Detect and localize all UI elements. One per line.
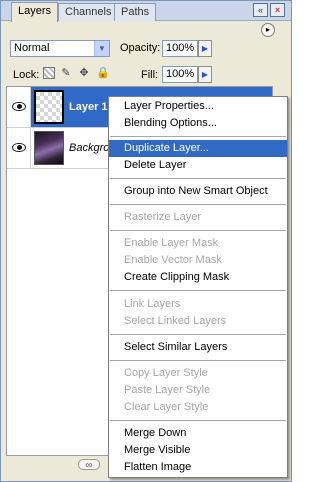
menu-separator — [110, 334, 286, 335]
menu-separator — [110, 420, 286, 421]
menu-separator — [110, 290, 286, 291]
lock-label: Lock: — [13, 69, 40, 81]
menu-item-blending-options[interactable]: Blending Options... — [109, 115, 287, 132]
blend-mode-value: Normal — [14, 42, 50, 54]
menu-separator — [110, 178, 286, 179]
opacity-slider-arrow-icon[interactable]: ▶ — [198, 40, 212, 57]
eye-icon — [12, 102, 26, 111]
lock-transparent-pixels-icon[interactable] — [43, 67, 55, 79]
menu-item-flatten-image[interactable]: Flatten Image — [109, 459, 287, 476]
menu-item-select-similar-layers[interactable]: Select Similar Layers — [109, 339, 287, 356]
fill-slider-arrow-icon[interactable]: ▶ — [198, 66, 212, 83]
layer-thumbnail — [34, 90, 64, 124]
menu-separator — [110, 230, 286, 231]
blend-mode-select[interactable]: Normal ▼ — [10, 40, 110, 57]
menu-item-enable-layer-mask: Enable Layer Mask — [124, 237, 219, 249]
visibility-toggle[interactable] — [7, 128, 31, 168]
menu-separator — [110, 360, 286, 361]
lock-all-icon[interactable]: 🔒 — [96, 67, 110, 79]
tab-channels[interactable]: Channels — [58, 3, 119, 21]
collapse-icon[interactable]: « — [253, 3, 268, 17]
fill-input[interactable]: 100% — [162, 66, 198, 83]
menu-item-rasterize-layer: Rasterize Layer — [124, 211, 202, 223]
menu-separator — [110, 136, 286, 137]
menu-item-group-into-smart-object[interactable]: Group into New Smart Object — [109, 183, 287, 200]
menu-item-merge-visible[interactable]: Merge Visible — [109, 442, 287, 459]
chevron-down-icon[interactable]: ▼ — [94, 41, 109, 56]
layer-thumbnail — [34, 131, 64, 165]
link-layers-icon[interactable]: ∞ — [78, 459, 100, 471]
tab-paths[interactable]: Paths — [114, 3, 157, 21]
tab-layers[interactable]: Layers — [11, 2, 59, 22]
layer-name: Layer 1 — [69, 101, 108, 113]
layer-context-menu: Layer Properties... Blending Options... … — [108, 96, 288, 478]
fill-label: Fill: — [141, 69, 159, 81]
menu-item-create-clipping-mask[interactable]: Create Clipping Mask — [109, 269, 287, 286]
opacity-input[interactable]: 100% — [162, 40, 198, 57]
menu-item-delete-layer[interactable]: Delete Layer — [109, 157, 287, 174]
menu-item-layer-properties[interactable]: Layer Properties... — [109, 98, 287, 115]
panel-tab-bar: Layers Channels Paths « × — [1, 1, 291, 22]
menu-item-paste-layer-style: Paste Layer Style — [124, 384, 211, 396]
menu-separator — [110, 204, 286, 205]
menu-item-copy-layer-style: Copy Layer Style — [124, 367, 208, 379]
lock-position-icon[interactable]: ✥ — [78, 67, 90, 79]
panel-menu-icon[interactable]: ▸ — [261, 23, 275, 37]
menu-item-enable-vector-mask: Enable Vector Mask — [124, 254, 222, 266]
opacity-label: Opacity: — [120, 42, 161, 54]
menu-item-link-layers: Link Layers — [124, 298, 181, 310]
eye-icon — [12, 143, 26, 152]
lock-image-pixels-icon[interactable]: ✎ — [60, 67, 72, 79]
menu-item-duplicate-layer[interactable]: Duplicate Layer... — [109, 140, 287, 157]
menu-item-clear-layer-style: Clear Layer Style — [124, 401, 209, 413]
visibility-toggle[interactable] — [7, 87, 31, 127]
menu-item-merge-down[interactable]: Merge Down — [109, 425, 287, 442]
menu-item-select-linked-layers: Select Linked Layers — [124, 315, 227, 327]
close-icon[interactable]: × — [270, 3, 285, 17]
